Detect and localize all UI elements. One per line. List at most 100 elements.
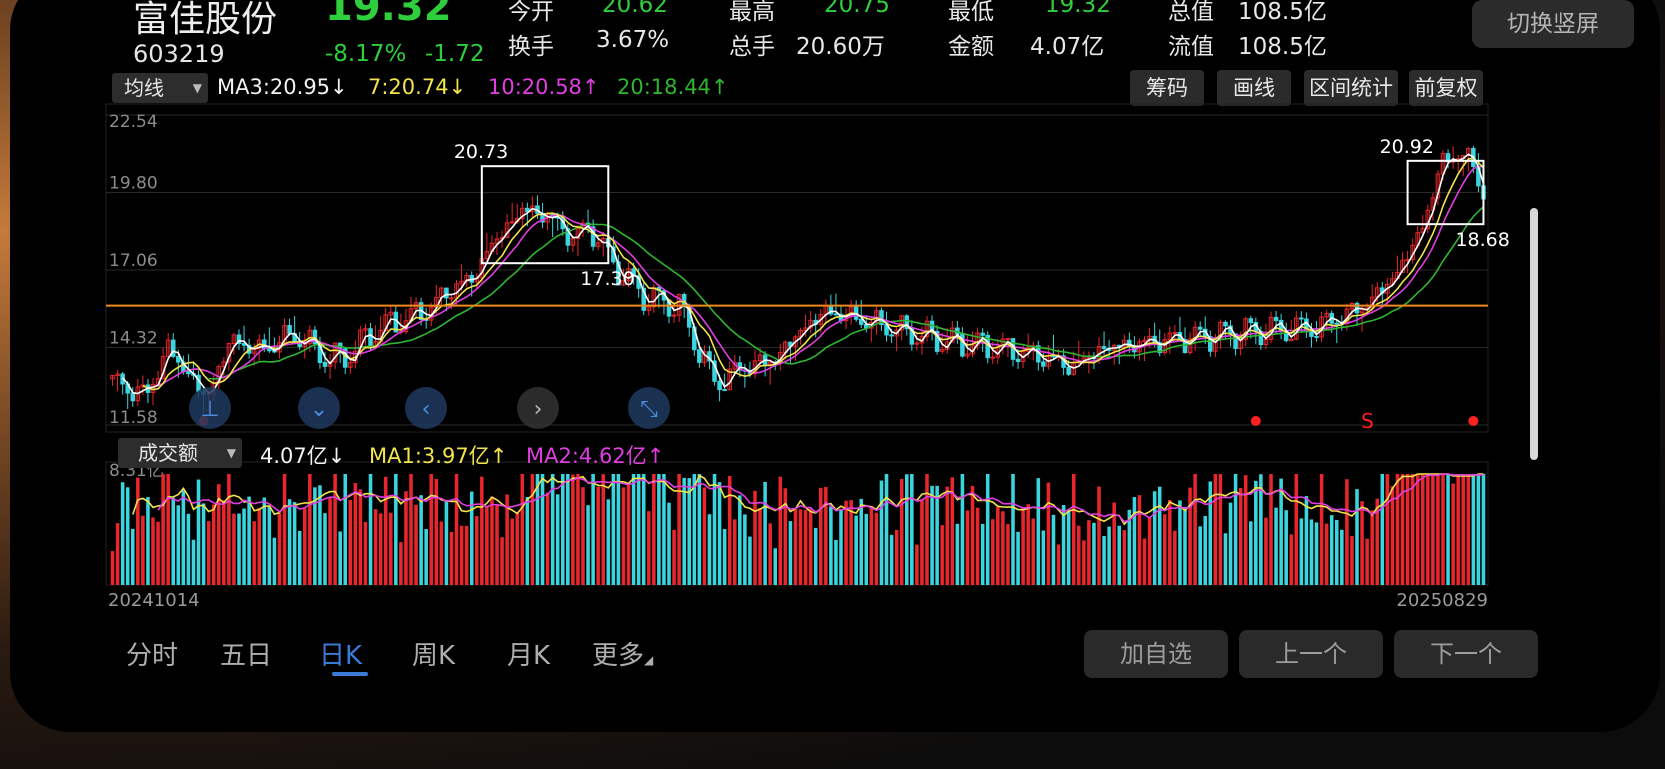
candle-body: [287, 325, 292, 335]
volume-bar: [1345, 479, 1349, 585]
volume-bar: [1415, 474, 1420, 585]
candle-body: [1005, 338, 1011, 341]
volume-bar: [348, 499, 353, 585]
volume-bar: [394, 474, 398, 585]
volume-bar: [373, 509, 378, 585]
vertical-scrollbar[interactable]: [1530, 208, 1538, 460]
volume-bar: [793, 509, 798, 585]
volume-bar: [282, 474, 287, 585]
volume-bar: [227, 474, 231, 585]
volume-bar: [1107, 526, 1111, 585]
candle-body: [1015, 358, 1021, 362]
candle-body: [176, 355, 181, 363]
volume-bar: [692, 474, 697, 585]
volume-bar: [1051, 514, 1056, 585]
volume-bar: [652, 474, 656, 585]
add-watchlist-button[interactable]: 加自选: [1084, 630, 1228, 678]
volume-bar: [434, 478, 439, 585]
volume-bar: [1314, 522, 1319, 585]
volume-bar: [920, 499, 924, 585]
volume-indicator-select[interactable]: 成交额 ▼: [118, 438, 242, 468]
ma3-line: [121, 153, 1485, 395]
volume-bar: [758, 508, 762, 585]
tab-more[interactable]: 更多◢: [592, 635, 653, 672]
volume-bar: [1223, 533, 1228, 585]
volume-bar: [110, 551, 115, 585]
volume-bar: [115, 523, 120, 585]
volume-bar: [171, 497, 176, 585]
volume-bar: [1076, 525, 1081, 585]
volume-bar: [1334, 519, 1339, 585]
volume-bar: [727, 475, 732, 585]
volume-bar: [1410, 474, 1415, 585]
volume-bar: [480, 476, 484, 585]
box-high-label: 20.92: [1380, 136, 1434, 158]
volume-bar: [712, 474, 717, 585]
volume-bar: [915, 544, 919, 585]
tab-monthly-k[interactable]: 月K: [507, 635, 550, 672]
volume-bar: [146, 497, 150, 585]
volume-bar: [996, 506, 1000, 585]
volume-bar: [267, 506, 272, 585]
kline-chart[interactable]: 22.54 19.80 17.06 14.32 11.58 20.73 17.30 20.92…: [10, 0, 1660, 732]
candle-body: [1051, 355, 1056, 358]
signal-dot: [1250, 416, 1261, 426]
volume-bar: [449, 531, 454, 585]
volume-bar: [515, 512, 520, 585]
volume-bar: [1269, 474, 1273, 585]
tab-intraday[interactable]: 分时: [126, 635, 178, 672]
candle-body: [1299, 317, 1304, 320]
volume-bar: [1021, 507, 1025, 585]
volume-bar: [960, 474, 965, 585]
tab-weekly-k[interactable]: 周K: [412, 635, 455, 672]
volume-bar: [1001, 511, 1005, 585]
volume-bar: [702, 487, 707, 585]
volume-bar: [738, 495, 742, 585]
volume-bar: [186, 513, 191, 585]
candle-body: [889, 334, 894, 337]
volume-bar: [409, 474, 413, 585]
volume-bar: [201, 503, 206, 585]
volume-bar: [808, 508, 813, 585]
candle-body: [980, 332, 985, 336]
volume-bar: [429, 474, 434, 585]
next-stock-button[interactable]: 下一个: [1394, 630, 1538, 678]
volume-bar: [641, 474, 646, 585]
volume-bar: [242, 508, 246, 585]
candle-body: [444, 287, 449, 299]
candle-body: [722, 389, 727, 392]
y-tick-label: 19.80: [109, 174, 158, 194]
volume-bar: [1071, 474, 1076, 585]
volume-bar: [161, 474, 165, 585]
previous-stock-button[interactable]: 上一个: [1239, 630, 1383, 678]
corner-triangle-icon: ◢: [644, 653, 654, 667]
volume-bar: [829, 506, 833, 585]
volume-bar: [566, 474, 570, 585]
volume-bar: [125, 487, 130, 585]
volume-bar: [378, 513, 383, 585]
volume-bar: [722, 529, 727, 585]
volume-bar: [257, 507, 262, 585]
active-tab-indicator: [332, 672, 368, 676]
volume-bar: [1420, 474, 1425, 585]
volume-bar: [444, 500, 449, 585]
volume-bar: [1426, 474, 1430, 585]
tab-daily-k[interactable]: 日K: [319, 635, 362, 672]
volume-bar: [176, 505, 181, 585]
volume-bar: [945, 486, 950, 585]
volume-bar: [1248, 521, 1253, 585]
volume-bar: [1233, 474, 1238, 585]
volume-bar: [510, 518, 514, 585]
volume-bar: [748, 536, 752, 585]
volume-bar: [854, 515, 858, 585]
volume-bar: [1046, 482, 1051, 585]
volume-bar: [1066, 509, 1071, 585]
volume-bar: [581, 487, 585, 585]
volume-bar: [626, 482, 631, 585]
volume-bar: [1188, 487, 1192, 585]
volume-bar: [1218, 474, 1223, 585]
volume-bar: [1456, 474, 1460, 585]
tab-five-day[interactable]: 五日: [220, 635, 272, 672]
volume-bar: [1243, 475, 1248, 585]
volume-bar: [1011, 474, 1015, 585]
